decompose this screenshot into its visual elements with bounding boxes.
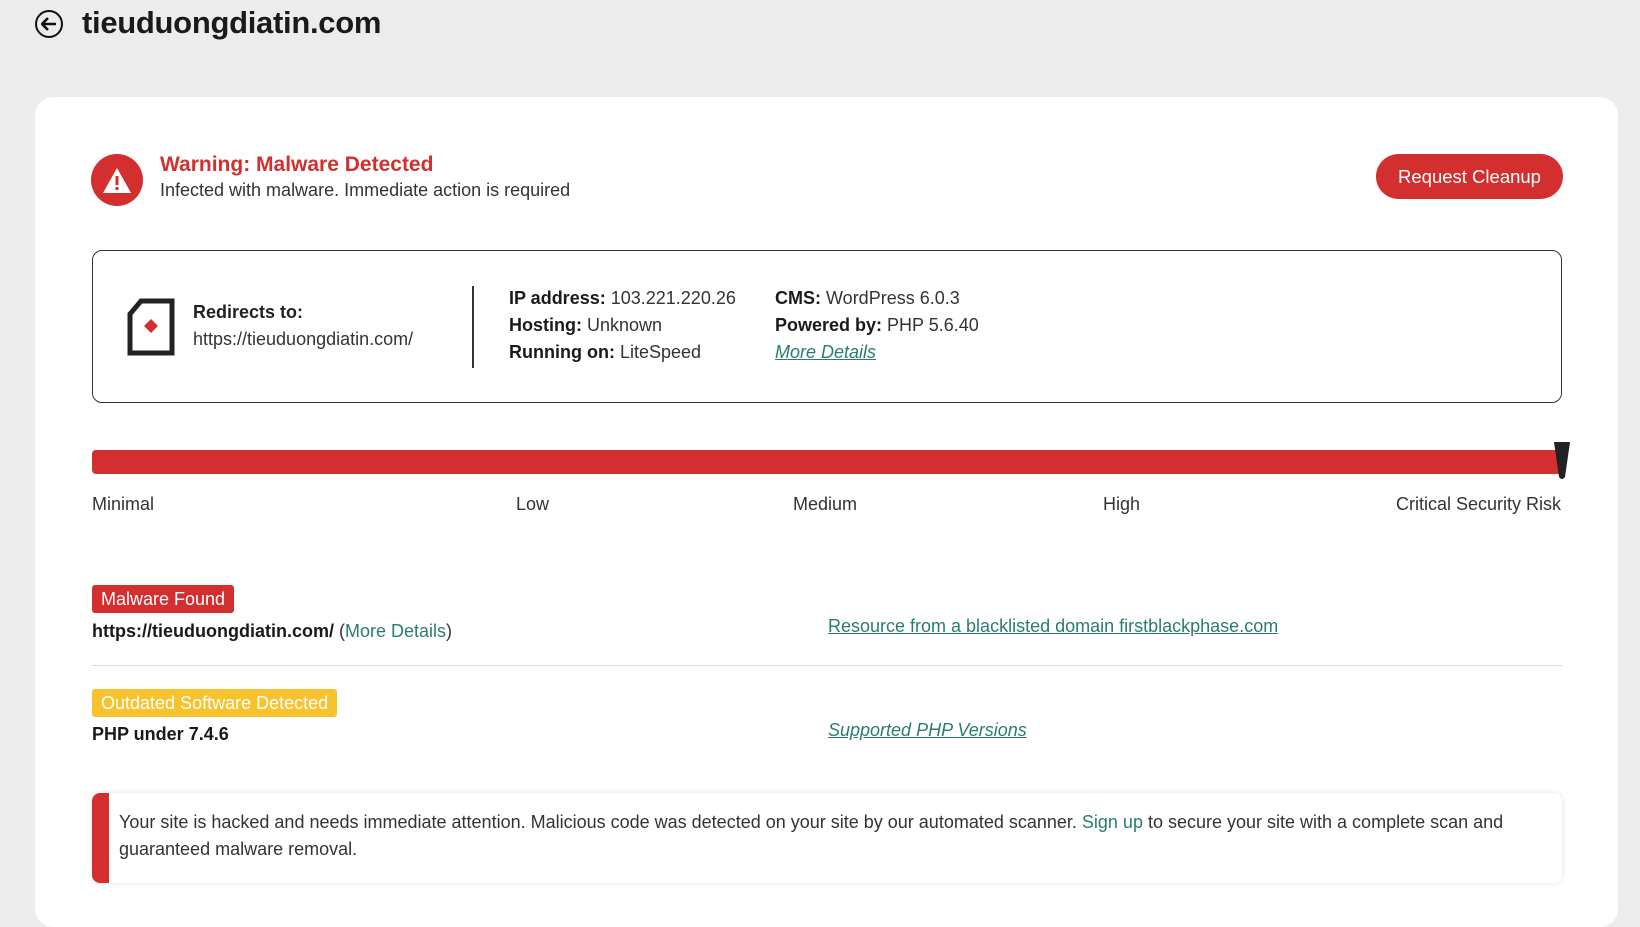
powered-by-row: Powered by: PHP 5.6.40	[775, 315, 979, 336]
info-divider	[472, 286, 474, 368]
sign-up-link[interactable]: Sign up	[1082, 812, 1143, 832]
alert-subtitle: Infected with malware. Immediate action …	[160, 180, 571, 200]
blacklisted-resource-link[interactable]: Resource from a blacklisted domain first…	[828, 616, 1278, 637]
more-details-row: More Details	[775, 342, 876, 363]
malware-finding-row: https://tieuduongdiatin.com/ (More Detai…	[92, 621, 452, 642]
supported-php-versions-link[interactable]: Supported PHP Versions	[828, 720, 1027, 741]
risk-marker-icon	[1552, 441, 1572, 486]
request-cleanup-button[interactable]: Request Cleanup	[1376, 154, 1563, 199]
more-details-wrapper: (More Details)	[333, 621, 453, 641]
cms-value: WordPress 6.0.3	[826, 288, 960, 308]
cms-label: CMS:	[775, 288, 821, 308]
back-button[interactable]	[35, 10, 63, 38]
risk-label-critical: Critical Security Risk	[1396, 494, 1562, 514]
top-bar: tieuduongdiatin.com	[0, 0, 1640, 60]
risk-label-low: Low	[516, 494, 550, 514]
powered-value: PHP 5.6.40	[887, 315, 979, 335]
risk-label-medium: Medium	[793, 494, 858, 514]
powered-label: Powered by:	[775, 315, 883, 335]
php-version-text: PHP under 7.4.6	[92, 724, 229, 744]
infected-url: https://tieuduongdiatin.com/	[92, 621, 334, 641]
notice-accent-bar	[92, 793, 109, 883]
malware-more-details-link[interactable]: More Details	[345, 621, 446, 641]
ip-address-row: IP address: 103.221.220.26	[509, 288, 736, 309]
ip-value: 103.221.220.26	[610, 288, 736, 308]
page-title: tieuduongdiatin.com	[82, 5, 382, 40]
running-on-row: Running on: LiteSpeed	[509, 342, 701, 363]
notice-text: Your site is hacked and needs immediate …	[119, 812, 1504, 859]
alert-title: Warning: Malware Detected	[160, 153, 434, 176]
more-details-link[interactable]: More Details	[775, 342, 876, 362]
cms-row: CMS: WordPress 6.0.3	[775, 288, 960, 309]
redirects-label: Redirects to:	[193, 302, 304, 322]
hosting-label: Hosting:	[509, 315, 582, 335]
ip-label: IP address:	[509, 288, 606, 308]
hosting-value: Unknown	[587, 315, 663, 335]
risk-label-high: High	[1103, 494, 1141, 514]
risk-label-minimal: Minimal	[92, 494, 155, 514]
outdated-software-badge: Outdated Software Detected	[92, 689, 338, 717]
running-label: Running on:	[509, 342, 615, 362]
website-file-icon	[127, 298, 175, 361]
hosting-row: Hosting: Unknown	[509, 315, 662, 336]
arrow-left-circle-icon	[41, 17, 56, 31]
warning-triangle-icon	[91, 154, 143, 206]
malware-found-badge: Malware Found	[92, 585, 235, 613]
redirects-url: https://tieuduongdiatin.com/	[193, 329, 414, 349]
findings-divider	[92, 665, 1562, 666]
risk-level-bar	[92, 450, 1562, 474]
running-value: LiteSpeed	[619, 342, 702, 362]
hacked-notice: Your site is hacked and needs immediate …	[92, 793, 1562, 883]
